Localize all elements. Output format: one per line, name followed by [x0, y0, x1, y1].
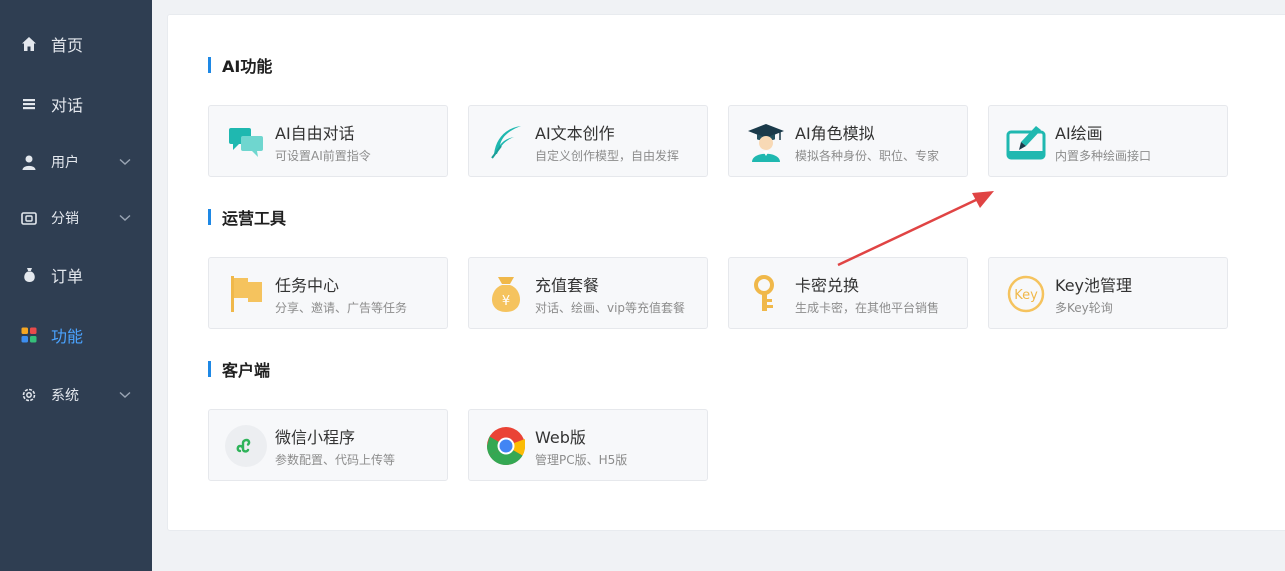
sidebar-item-orders[interactable]: 订单: [0, 245, 152, 305]
card-desc: 参数配置、代码上传等: [275, 453, 396, 467]
card-desc: 自定义创作模型，自由发挥: [535, 149, 680, 163]
card-ai-chat[interactable]: AI自由对话 可设置AI前置指令: [208, 105, 448, 177]
card-title: AI自由对话: [275, 124, 355, 143]
apps-icon: [20, 326, 38, 344]
section-title-text: 运营工具: [222, 209, 287, 228]
home-icon: [20, 35, 38, 53]
sidebar-item-label: 功能: [51, 327, 84, 346]
section-accent-bar: [208, 57, 211, 73]
sidebar: 首页 对话 用户 分销 订单 功能 系统: [0, 0, 152, 571]
card-title: 充值套餐: [535, 276, 600, 295]
card-desc: 内置多种绘画接口: [1055, 149, 1152, 163]
chat-bubbles-icon: [224, 120, 268, 164]
sidebar-item-distribution[interactable]: 分销: [0, 188, 152, 248]
svg-text:Key: Key: [1014, 288, 1038, 303]
card-key-pool[interactable]: Key Key池管理 多Key轮询: [988, 257, 1228, 329]
gear-icon: [20, 386, 38, 404]
key-icon: [744, 272, 788, 316]
card-title: Web版: [535, 428, 586, 447]
card-ai-writing[interactable]: AI文本创作 自定义创作模型，自由发挥: [468, 105, 708, 177]
card-desc: 对话、绘画、vip等充值套餐: [535, 301, 686, 315]
graduate-icon: [744, 120, 788, 164]
svg-text:¥: ¥: [502, 294, 510, 309]
card-mini-program[interactable]: 微信小程序 参数配置、代码上传等: [208, 409, 448, 481]
section-title-clients: 客户端: [208, 359, 271, 380]
card-title: AI角色模拟: [795, 124, 875, 143]
mini-program-icon: [224, 424, 268, 468]
chevron-down-icon[interactable]: [118, 388, 132, 402]
sidebar-item-features[interactable]: 功能: [0, 305, 152, 365]
chevron-down-icon[interactable]: [118, 211, 132, 225]
card-title: AI文本创作: [535, 124, 615, 143]
wallet-icon: [20, 209, 38, 227]
user-icon: [20, 153, 38, 171]
section-title-ai: AI功能: [208, 55, 273, 76]
section-title-text: AI功能: [222, 57, 273, 76]
sidebar-item-label: 分销: [51, 211, 79, 227]
section-accent-bar: [208, 209, 211, 225]
card-title: 微信小程序: [275, 428, 356, 447]
features-panel: AI功能 AI自由对话 可设置AI前置指令 AI文本创作 自定义创作模型，自由发…: [167, 14, 1285, 531]
flag-icon: [224, 272, 268, 316]
sidebar-item-users[interactable]: 用户: [0, 132, 152, 192]
main-content: AI功能 AI自由对话 可设置AI前置指令 AI文本创作 自定义创作模型，自由发…: [152, 0, 1285, 571]
card-card-redeem[interactable]: 卡密兑换 生成卡密，在其他平台销售: [728, 257, 968, 329]
chrome-icon: [484, 424, 528, 468]
section-title-operations: 运营工具: [208, 207, 287, 228]
feather-icon: [484, 120, 528, 164]
card-desc: 分享、邀请、广告等任务: [275, 301, 408, 315]
sidebar-item-label: 订单: [51, 267, 84, 286]
card-desc: 管理PC版、H5版: [535, 453, 628, 467]
section-title-text: 客户端: [222, 361, 271, 380]
card-task-center[interactable]: 任务中心 分享、邀请、广告等任务: [208, 257, 448, 329]
card-title: 卡密兑换: [795, 276, 860, 295]
sidebar-item-label: 首页: [51, 36, 84, 55]
money-bag-icon: ¥: [484, 272, 528, 316]
sidebar-item-home[interactable]: 首页: [0, 14, 152, 74]
sidebar-item-dialog[interactable]: 对话: [0, 74, 152, 134]
card-ai-role[interactable]: AI角色模拟 模拟各种身份、职位、专家: [728, 105, 968, 177]
chevron-down-icon[interactable]: [118, 155, 132, 169]
money-bag-icon: [20, 266, 38, 284]
card-title: 任务中心: [275, 276, 340, 295]
card-desc: 多Key轮询: [1055, 301, 1113, 315]
card-web[interactable]: Web版 管理PC版、H5版: [468, 409, 708, 481]
paint-icon: [1004, 120, 1048, 164]
key-badge-icon: Key: [1004, 272, 1048, 316]
card-desc: 生成卡密，在其他平台销售: [795, 301, 940, 315]
sidebar-item-label: 对话: [51, 96, 84, 115]
card-desc: 可设置AI前置指令: [275, 149, 371, 163]
list-icon: [20, 95, 38, 113]
sidebar-item-label: 用户: [51, 155, 79, 171]
card-ai-painting[interactable]: AI绘画 内置多种绘画接口: [988, 105, 1228, 177]
card-recharge-plans[interactable]: ¥ 充值套餐 对话、绘画、vip等充值套餐: [468, 257, 708, 329]
sidebar-item-label: 系统: [51, 388, 79, 404]
card-title: AI绘画: [1055, 124, 1103, 143]
section-accent-bar: [208, 361, 211, 377]
card-title: Key池管理: [1055, 276, 1133, 295]
card-desc: 模拟各种身份、职位、专家: [795, 149, 940, 163]
sidebar-item-system[interactable]: 系统: [0, 365, 152, 425]
